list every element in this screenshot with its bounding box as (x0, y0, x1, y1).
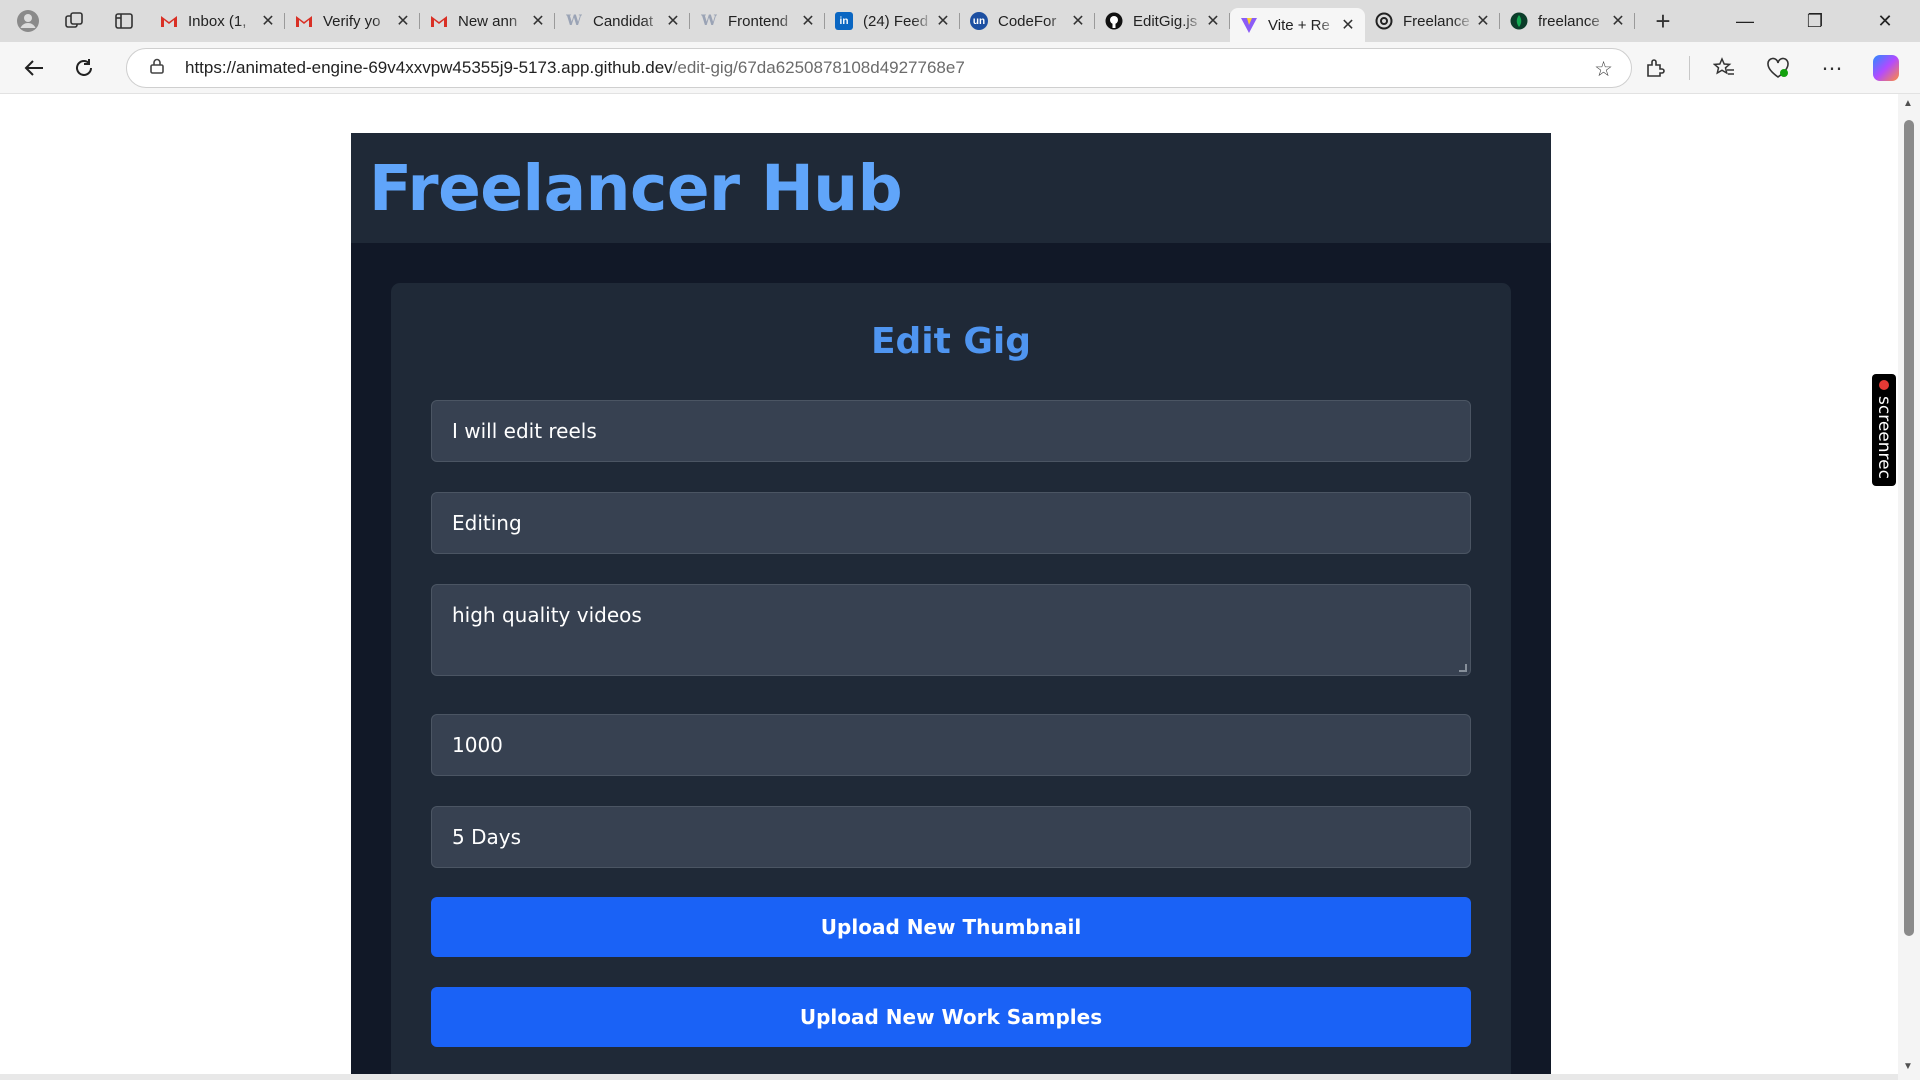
linkedin-icon: in (835, 12, 853, 30)
browser-tab[interactable]: Freelance ✕ (1365, 4, 1500, 38)
vite-icon (1240, 16, 1258, 34)
brand-title[interactable]: Freelancer Hub (369, 152, 903, 225)
close-icon[interactable]: ✕ (394, 11, 412, 31)
back-arrow-icon[interactable] (14, 48, 54, 88)
close-icon[interactable]: ✕ (799, 11, 817, 31)
page-title: Edit Gig (870, 321, 1032, 362)
browser-tab-strip: Inbox (1, ✕ Verify yo ✕ New ann ✕ W Cand… (0, 0, 1920, 42)
copilot-icon[interactable] (1866, 48, 1906, 88)
close-icon[interactable]: ✕ (259, 11, 277, 31)
edit-gig-card: Edit Gig I will edit reels Editing high … (391, 283, 1511, 1080)
browser-tab[interactable]: Inbox (1, ✕ (150, 4, 285, 38)
w-icon: W (566, 13, 582, 29)
browser-tab[interactable]: W Frontend ✕ (690, 4, 825, 38)
tab-title: (24) Feed (863, 12, 929, 30)
browser-tab[interactable]: New ann ✕ (420, 4, 555, 38)
extensions-icon[interactable] (1635, 48, 1675, 88)
profile-icon[interactable] (10, 3, 46, 39)
tab-title: Candidat (593, 12, 654, 30)
vertical-tabs-icon[interactable] (106, 3, 142, 39)
new-tab-button[interactable]: + (1645, 3, 1681, 39)
screenrec-label: screenrec (1874, 396, 1894, 479)
window-close-icon[interactable]: ✕ (1850, 0, 1920, 42)
category-input[interactable]: Editing (431, 492, 1471, 554)
url-host: https://animated-engine-69v4xxvpw45355j9… (185, 58, 673, 77)
tab-title: Verify yo (323, 12, 381, 30)
browser-tab[interactable]: W Candidat ✕ (555, 4, 690, 38)
tab-title: Frontend (728, 12, 789, 30)
tab-title: New ann (458, 12, 518, 30)
screenrec-widget[interactable]: screenrec (1872, 374, 1896, 486)
openai-icon (1375, 12, 1393, 30)
browser-tab[interactable]: freelance ✕ (1500, 4, 1635, 38)
scrollbar-thumb[interactable] (1904, 120, 1914, 936)
tab-title: Freelance (1403, 12, 1470, 30)
lock-icon[interactable] (147, 58, 167, 78)
app-header: Freelancer Hub (351, 133, 1551, 243)
scroll-down-arrow-icon[interactable]: ▼ (1903, 1061, 1913, 1072)
github-icon (1105, 12, 1123, 30)
close-icon[interactable]: ✕ (1069, 11, 1087, 31)
tab-list: Inbox (1, ✕ Verify yo ✕ New ann ✕ W Cand… (150, 0, 1635, 42)
gmail-icon (430, 12, 448, 30)
close-icon[interactable]: ✕ (1339, 15, 1357, 35)
gig-title-input[interactable]: I will edit reels (431, 400, 1471, 462)
page-viewport: Freelancer Hub Edit Gig I will edit reel… (0, 94, 1920, 1080)
close-icon[interactable]: ✕ (1609, 11, 1627, 31)
mongodb-icon (1510, 12, 1528, 30)
upload-work-samples-button[interactable]: Upload New Work Samples (431, 987, 1471, 1047)
reload-icon[interactable] (64, 48, 104, 88)
window-controls: — ❐ ✕ (1710, 0, 1920, 42)
description-text: high quality videos (452, 603, 642, 627)
horizontal-scrollbar[interactable] (0, 1074, 1898, 1080)
tab-title: EditGig.js (1133, 12, 1198, 30)
close-icon[interactable]: ✕ (934, 11, 952, 31)
favorite-star-icon[interactable]: ☆ (1594, 57, 1613, 82)
resize-handle-icon[interactable] (1459, 664, 1467, 672)
record-dot-icon (1879, 380, 1889, 390)
close-icon[interactable]: ✕ (664, 11, 682, 31)
url-path: /edit-gig/67da6250878108d4927768e7 (672, 58, 965, 77)
close-icon[interactable]: ✕ (1474, 11, 1492, 31)
gmail-icon (295, 12, 313, 30)
tab-title: Vite + Re (1268, 16, 1330, 34)
tab-title: freelance (1538, 12, 1600, 30)
delivery-time-input[interactable]: 5 Days (431, 806, 1471, 868)
close-icon[interactable]: ✕ (529, 11, 547, 31)
url-text: https://animated-engine-69v4xxvpw45355j9… (185, 58, 965, 78)
browser-essentials-icon[interactable] (1758, 48, 1798, 88)
price-input[interactable]: 1000 (431, 714, 1471, 776)
w-icon: W (701, 13, 717, 29)
workspaces-icon[interactable] (56, 3, 92, 39)
unstop-icon: un (970, 12, 988, 30)
address-bar[interactable]: https://animated-engine-69v4xxvpw45355j9… (126, 48, 1632, 88)
minimize-icon[interactable]: — (1710, 0, 1780, 42)
restore-icon[interactable]: ❐ (1780, 0, 1850, 42)
browser-tab[interactable]: EditGig.js ✕ (1095, 4, 1230, 38)
tab-title: CodeFor (998, 12, 1057, 30)
gmail-icon (160, 12, 178, 30)
scroll-up-arrow-icon[interactable]: ▲ (1903, 98, 1913, 109)
close-icon[interactable]: ✕ (1204, 11, 1222, 31)
more-options-icon[interactable]: ⋯ (1812, 48, 1852, 88)
description-textarea[interactable]: high quality videos (431, 584, 1471, 676)
vertical-scrollbar[interactable]: ▲ ▼ (1898, 94, 1920, 1080)
tab-title: Inbox (1, (188, 12, 247, 30)
browser-tab[interactable]: un CodeFor ✕ (960, 4, 1095, 38)
app-container: Freelancer Hub Edit Gig I will edit reel… (351, 133, 1551, 1080)
browser-toolbar: https://animated-engine-69v4xxvpw45355j9… (0, 42, 1920, 94)
browser-tab[interactable]: Verify yo ✕ (285, 4, 420, 38)
favorites-icon[interactable] (1704, 48, 1744, 88)
toolbar-actions: ⋯ (1621, 48, 1906, 88)
browser-tab[interactable]: in (24) Feed ✕ (825, 4, 960, 38)
upload-thumbnail-button[interactable]: Upload New Thumbnail (431, 897, 1471, 957)
toolbar-divider (1689, 56, 1690, 80)
browser-tab-active[interactable]: Vite + Re ✕ (1230, 8, 1365, 42)
